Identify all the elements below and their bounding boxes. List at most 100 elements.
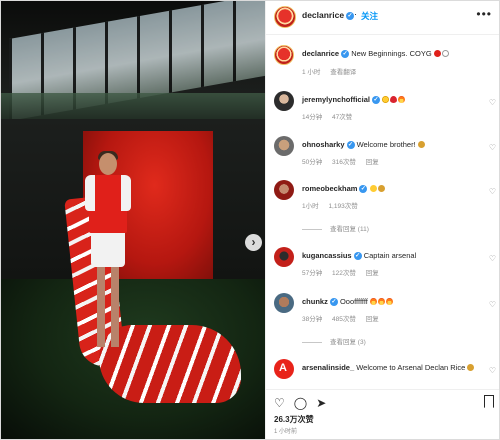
player-shorts [91,233,125,267]
avatar[interactable] [274,359,294,379]
comment-meta: 38分钟 485次赞 回复 [302,313,387,323]
comments-list[interactable]: declanrice ✓ New Beginnings. COYG 1 小时 查看… [266,35,499,389]
comment-username[interactable]: kugancassius [302,251,352,260]
comment-text: romeobeckham ✓ [302,184,482,194]
follow-button[interactable]: 关注 [361,10,378,22]
reply-link[interactable]: 回复 [366,270,379,277]
heart-icon[interactable]: ♡ [489,300,496,309]
player-legs [97,267,119,347]
face-emoji-icon [417,141,425,148]
comment-time: 50分钟 [302,159,323,166]
player-sleeve-left [85,175,95,211]
comment-time: 1小时 [302,203,319,210]
bookmark-icon[interactable] [484,395,494,408]
comment-body: Welcome brother! [356,140,416,149]
fire-emoji-icon [385,298,393,305]
caption-text: declanrice ✓ New Beginnings. COYG [302,49,482,59]
post-header: declanrice ✓ · 关注 ••• [266,1,499,35]
caption-meta: 1 小时 查看翻译 [302,66,364,76]
comment-meta: 50分钟 316次赞 回复 [302,156,387,166]
heart-emoji-icon [390,96,398,103]
comment-likes[interactable]: 316次赞 [332,159,356,166]
action-icons: ♡ ◯ ➤ [274,396,335,410]
comment-username[interactable]: jeremylynchofficial [302,95,370,104]
comment-text: chunkz ✓ Ooofffffff [302,297,482,307]
avatar[interactable] [274,136,294,156]
fire-emoji-icon [369,298,377,305]
comment-meta: 1小时 1,193次赞 [302,200,366,210]
share-send-icon[interactable]: ➤ [316,396,326,410]
like-heart-icon[interactable]: ♡ [274,396,285,410]
comment-body: Captain arsenal [363,251,417,260]
verified-icon: ✓ [346,141,355,150]
avatar[interactable] [274,6,296,28]
fire-emoji-icon [398,96,406,103]
caption-time: 1 小时 [302,69,321,76]
avatar[interactable] [274,45,294,65]
comment-text: kugancassius ✓ Captain arsenal [302,251,482,261]
comment-text: ohnosharky ✓ Welcome brother! [302,140,482,150]
comment-body: Welcome to Arsenal Declan Rice [356,363,466,372]
caption-body: New Beginnings. COYG [351,49,432,58]
heart-icon[interactable]: ♡ [489,98,496,107]
comment-likes[interactable]: 122次赞 [332,270,356,277]
reply-link[interactable]: 回复 [366,159,379,166]
verified-icon: ✓ [359,185,368,194]
post-username[interactable]: declanrice ✓ [302,10,355,20]
photo-player [85,151,131,353]
smile-emoji-icon [369,185,377,192]
comment-username[interactable]: romeobeckham [302,184,357,193]
comment-username[interactable]: chunkz [302,297,328,306]
photo-trees [1,93,265,121]
post-viewer: › declanrice ✓ · 关注 ••• declanrice ✓ New B… [0,0,500,440]
post-sidebar: declanrice ✓ · 关注 ••• declanrice ✓ New Beg… [265,1,499,439]
comment-text: jeremylynchofficial ✓ [302,95,482,105]
verified-icon: ✓ [341,50,350,59]
comment-username[interactable]: arsenalinside_ [302,363,354,372]
verified-icon: ✓ [371,96,380,105]
comment-text: arsenalinside_ Welcome to Arsenal Declan… [302,363,482,373]
star-emoji-icon [382,96,390,103]
fire-emoji-icon [377,298,385,305]
player-head [99,153,117,175]
view-replies-link[interactable]: 查看回复 (3) [302,336,366,346]
heart-icon[interactable]: ♡ [489,187,496,196]
verified-icon: ✓ [353,252,362,261]
player-sleeve-right [121,175,131,211]
comment-bubble-icon[interactable]: ◯ [294,396,307,410]
red-circle-icon [433,50,441,57]
comment-meta: 57分钟 122次赞 回复 [302,267,387,277]
heart-icon[interactable]: ♡ [489,143,496,152]
post-time: 1 小时前 [274,429,298,435]
verified-icon: ✓ [346,11,355,20]
verified-icon: ✓ [329,298,338,307]
comment-meta: 14分钟 47次赞 [302,111,360,121]
comment-likes[interactable]: 485次赞 [332,316,356,323]
face-emoji-icon [467,364,475,371]
view-replies-link[interactable]: 查看回复 (11) [302,223,369,233]
caption-username[interactable]: declanrice [302,49,339,58]
separator-dot: · [354,9,357,19]
comment-time: 14分钟 [302,114,323,121]
comment-likes[interactable]: 47次赞 [332,114,352,121]
avatar[interactable] [274,247,294,267]
avatar[interactable] [274,180,294,200]
avatar[interactable] [274,293,294,313]
reply-link[interactable]: 回复 [366,316,379,323]
face-emoji-icon [377,185,385,192]
heart-icon[interactable]: ♡ [489,366,496,375]
avatar[interactable] [274,91,294,111]
more-options-icon[interactable]: ••• [476,7,492,21]
comment-time: 38分钟 [302,316,323,323]
carousel-next-button[interactable]: › [245,234,262,251]
post-photo[interactable]: › [1,1,265,439]
comment-likes[interactable]: 1,193次赞 [328,203,357,210]
comment-body: Ooofffffff [339,297,368,306]
white-circle-icon [441,50,449,57]
post-actions: ♡ ◯ ➤ 26.3万次赞 1 小时前 [266,389,499,439]
likes-count[interactable]: 26.3万次赞 [274,414,314,425]
comment-username[interactable]: ohnosharky [302,140,345,149]
heart-icon[interactable]: ♡ [489,254,496,263]
comment-time: 57分钟 [302,270,323,277]
see-translation-link[interactable]: 查看翻译 [330,69,356,76]
